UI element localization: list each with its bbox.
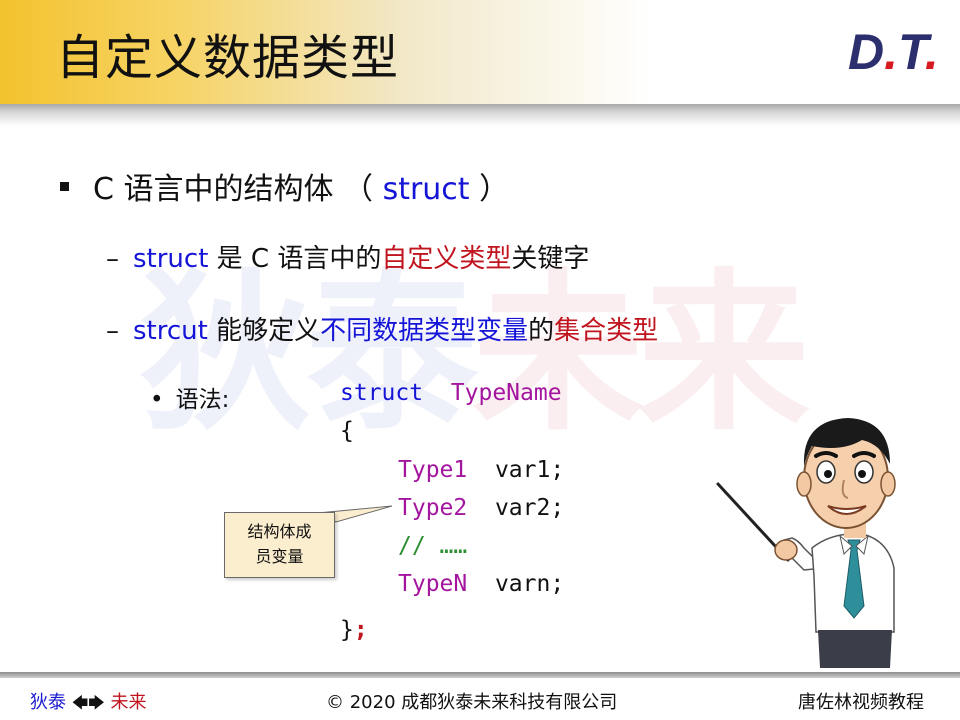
- sub-bullet-keyword: – struct 是 C 语言中的自定义类型关键字: [106, 244, 590, 274]
- footer-slogan: 狄泰 🡄🡆 未来: [30, 692, 147, 713]
- code-close-brace: };: [340, 617, 368, 643]
- syntax-label: • 语法:: [150, 387, 230, 413]
- code-comment: // ……: [398, 533, 468, 559]
- code-member-1: Type1 var1;: [398, 457, 565, 483]
- code-line-struct: struct TypeName: [340, 380, 562, 406]
- page-title: 自定义数据类型: [56, 30, 400, 86]
- callout-member-variables: 结构体成 员变量: [224, 512, 335, 578]
- title-bar-shadow: [0, 104, 960, 126]
- watermark: 狄泰未来: [140, 253, 810, 454]
- code-member-n: TypeN varn;: [398, 571, 565, 597]
- code-member-2: Type2 var2;: [398, 495, 565, 521]
- bullet-struct-intro: C 语言中的结构体 （ struct ）: [60, 164, 509, 208]
- square-bullet-icon: [60, 182, 69, 191]
- double-arrow-icon: 🡄🡆: [71, 693, 105, 712]
- footer-course-name: 唐佐林视频教程: [798, 692, 924, 713]
- code-open-brace: {: [340, 418, 354, 444]
- dt-logo: D.T.: [848, 24, 939, 80]
- footer-copyright: © 2020 成都狄泰未来科技有限公司: [326, 692, 618, 713]
- teacher-pointer-icon: [716, 418, 896, 668]
- footer-divider: [0, 672, 960, 678]
- sub-bullet-collection: – strcut 能够定义不同数据类型变量的集合类型: [106, 316, 659, 346]
